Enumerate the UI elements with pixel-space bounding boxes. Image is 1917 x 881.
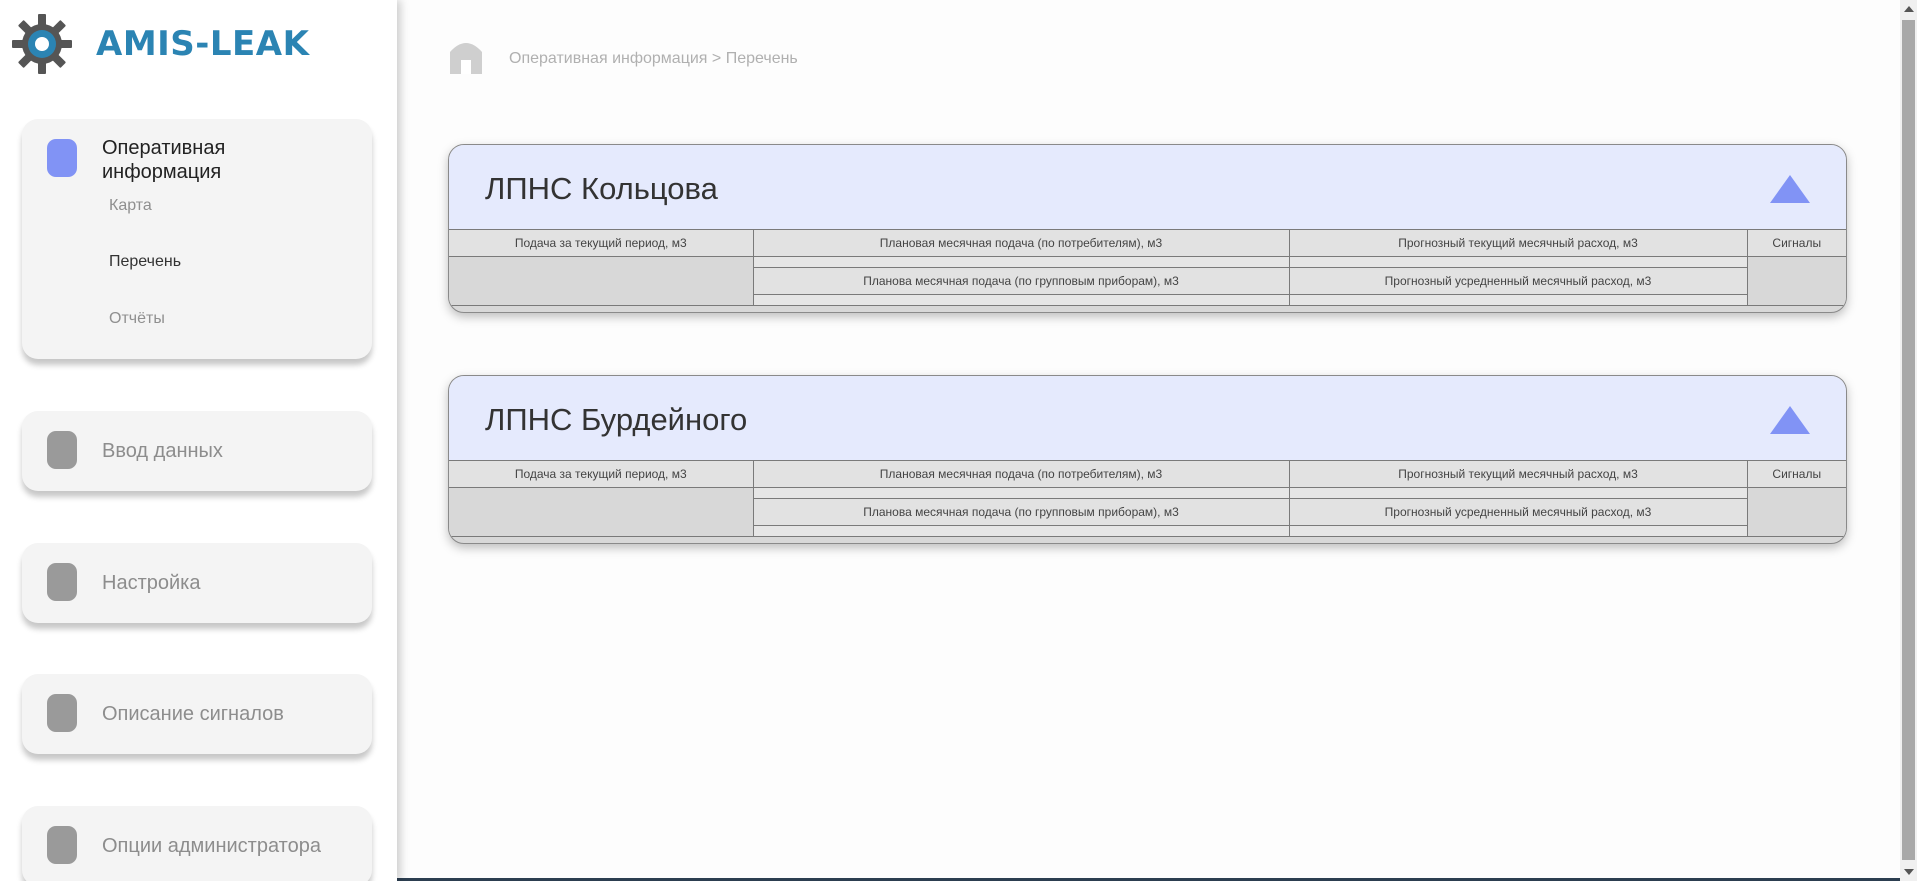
column-header: Прогнозный текущий месячный расход, м3 [1288,229,1748,257]
data-entry-section-icon [47,431,77,469]
table-cell [752,487,1290,499]
station-table: Подача за текущий период, м3 Плановая ме… [449,229,1846,306]
station-header[interactable]: ЛПНС Кольцова [449,145,1846,229]
column-header: Прогнозный усредненный месячный расход, … [1288,498,1747,526]
app-title: AMIS-LEAK [96,24,310,64]
column-header: Сигналы [1746,460,1846,488]
table-cell [449,487,754,537]
gear-logo-icon [12,14,72,74]
column-header: Сигналы [1746,229,1846,257]
collapse-arrow-icon[interactable] [1770,406,1810,434]
menu-item-list[interactable]: Перечень [109,253,181,271]
table-cell [753,294,1290,306]
station-title: ЛПНС Кольцова [485,171,718,206]
station-card: ЛПНС Кольцова Подача за текущий период, … [448,144,1847,313]
table-cell [753,525,1290,537]
table-cell [1288,294,1747,306]
menu-section-label: Опции администратора [102,835,321,857]
station-table: Подача за текущий период, м3 Плановая ме… [449,460,1846,537]
breadcrumb: Оперативная информация > Перечень [509,50,798,67]
scroll-down-icon[interactable] [1904,869,1914,875]
table-cell [752,256,1290,268]
table-cell [1746,487,1846,537]
column-header: Плановая месячная подача (по потребителя… [752,460,1290,488]
table-cell [1746,256,1846,306]
signals-section-icon [47,694,77,732]
collapse-arrow-icon[interactable] [1770,175,1810,203]
column-header: Прогнозный усредненный месячный расход, … [1288,267,1747,295]
scroll-up-icon[interactable] [1904,6,1914,12]
sidebar: AMIS-LEAK Оперативная информация Карта П… [0,0,397,881]
table-cell [1288,525,1747,537]
menu-section-label: Описание сигналов [102,703,284,725]
column-header: Планова месячная подача (по групповым пр… [753,267,1290,295]
menu-section-settings[interactable]: Настройка [22,543,372,623]
logo[interactable]: AMIS-LEAK [10,12,309,76]
scrollbar-thumb[interactable] [1902,20,1915,860]
column-header: Подача за текущий период, м3 [449,229,754,257]
station-header[interactable]: ЛПНС Бурдейного [449,376,1846,460]
column-header: Планова месячная подача (по групповым пр… [753,498,1290,526]
home-icon[interactable] [447,36,485,76]
table-cell [1288,487,1748,499]
menu-item-map[interactable]: Карта [109,197,152,215]
menu-item-reports[interactable]: Отчёты [109,310,165,328]
settings-section-icon [47,563,77,601]
station-card: ЛПНС Бурдейного Подача за текущий период… [448,375,1847,544]
menu-section-operational: Оперативная информация Карта Перечень От… [22,119,372,359]
menu-section-data-entry[interactable]: Ввод данных [22,411,372,491]
table-cell [1288,256,1748,268]
menu-section-label: Настройка [102,572,201,594]
operational-section-icon [47,139,77,177]
menu-section-title[interactable]: Оперативная информация [102,136,262,184]
column-header: Подача за текущий период, м3 [449,460,754,488]
station-title: ЛПНС Бурдейного [485,402,748,437]
column-header: Плановая месячная подача (по потребителя… [752,229,1290,257]
menu-section-admin[interactable]: Опции администратора [22,806,372,881]
menu-section-label: Ввод данных [102,440,223,462]
menu-section-signals[interactable]: Описание сигналов [22,674,372,754]
table-cell [449,256,754,306]
column-header: Прогнозный текущий месячный расход, м3 [1288,460,1748,488]
admin-section-icon [47,826,77,864]
scrollbar[interactable] [1900,0,1917,881]
